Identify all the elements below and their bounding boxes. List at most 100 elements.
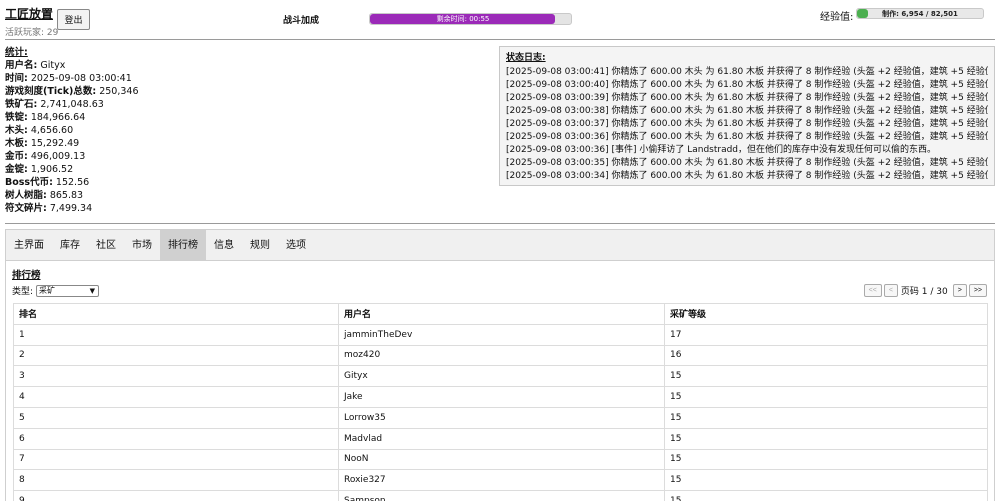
cell-mining-level: 17 [664,323,988,346]
stat-label: 金锭: [5,164,28,175]
last-page-button[interactable]: >> [968,284,987,297]
brand: 工匠放置 活跃玩家: 29 [5,5,58,38]
cell-rank: 5 [13,406,339,429]
column-header-username: 用户名 [338,303,665,325]
tab-4[interactable]: 排行榜 [160,230,206,260]
tab-1[interactable]: 库存 [52,230,88,260]
cell-rank: 7 [13,448,339,471]
stats-panel: 统计: 用户名: Gityx 时间: 2025-09-08 03:00:41 游戏刻… [5,46,139,215]
pagination: << < 页码 1 / 30 > >> [862,284,987,297]
cell-mining-level: 15 [664,490,988,501]
tab-2[interactable]: 社区 [88,230,124,260]
stat-row: 木头: 4,656.60 [5,124,139,137]
top-header: 工匠放置 活跃玩家: 29 登出 战斗加成 剩余时间: 00:55 经验值: 制… [0,0,1000,40]
stat-label: 时间: [5,73,28,84]
status-log-lines: [2025-09-08 03:00:41] 你精炼了 600.00 木头 为 6… [506,66,988,183]
cell-username: NooN [338,448,665,471]
tab-3[interactable]: 市场 [124,230,160,260]
leaderboard-title: 排行榜 [12,270,41,281]
stat-label: 木头: [5,125,28,136]
stat-value: 2025-09-08 03:00:41 [30,73,132,84]
stat-value: 496,009.13 [30,151,86,162]
status-log: 状态日志: [2025-09-08 03:00:41] 你精炼了 600.00 … [499,46,995,186]
table-row: 8 Roxie327 15 [13,469,988,492]
active-players-count: 活跃玩家: 29 [5,28,59,38]
tab-6[interactable]: 规则 [242,230,278,260]
stat-label: Boss代币: [5,177,53,188]
log-line: [2025-09-08 03:00:36] [事件] 小偷拜访了 Landstr… [506,145,937,155]
cell-rank: 3 [13,365,339,388]
cell-mining-level: 15 [664,427,988,450]
content-divider [5,223,995,224]
stat-row: 铁锭: 184,966.64 [5,111,139,124]
log-line: [2025-09-08 03:00:35] 你精炼了 600.00 木头 为 6… [506,158,988,168]
combat-timer-text: 剩余时间: 00:55 [436,15,490,23]
main-panel: 主界面 库存 社区 市场 排行榜 信息 规则 选项 排行榜 类型: 采矿 ▼ << < 页码 … [5,229,995,501]
stat-row: 木板: 15,292.49 [5,137,139,150]
cell-username: moz420 [338,344,665,367]
stat-row: Boss代币: 152.56 [5,176,139,189]
cell-mining-level: 15 [664,448,988,471]
stat-label: 铁锭: [5,112,28,123]
stat-label: 符文碎片: [5,203,47,214]
type-select[interactable]: 采矿 ▼ [36,284,100,297]
leaderboard-table: 排名 用户名 采矿等级 1 jamminTheDev 17 2 moz420 16 3 Git… [13,303,988,501]
xp-bar: 制作: 6,954 / 82,501 [856,8,984,19]
stat-value: 250,346 [99,86,139,97]
tab-0[interactable]: 主界面 [6,230,52,260]
stat-row: 树人树脂: 865.83 [5,189,139,202]
cell-mining-level: 15 [664,469,988,492]
type-label: 类型: [12,287,34,297]
stat-label: 游戏刻度(Tick)总数: [5,86,97,97]
stat-value: 184,966.64 [30,112,86,123]
stat-label: 木板: [5,138,28,149]
tab-bar: 主界面 库存 社区 市场 排行榜 信息 规则 选项 [6,230,994,261]
stat-row: 符文碎片: 7,499.34 [5,202,139,215]
cell-mining-level: 15 [664,406,988,429]
column-header-rank: 排名 [13,303,339,325]
chevron-down-icon: ▼ [89,286,96,295]
first-page-button[interactable]: << [863,284,882,297]
stat-label: 用户名: [5,60,38,71]
stat-label: 金币: [5,151,28,162]
stat-row: 游戏刻度(Tick)总数: 250,346 [5,85,139,98]
cell-rank: 1 [13,323,339,346]
game-title: 工匠放置 [5,7,54,21]
table-row: 2 moz420 16 [13,344,988,367]
cell-username: Gityx [338,365,665,388]
table-row: 3 Gityx 15 [13,365,988,388]
cell-rank: 8 [13,469,339,492]
leaderboard-type-row: 类型: 采矿 ▼ [12,284,100,297]
log-line: [2025-09-08 03:00:37] 你精炼了 600.00 木头 为 6… [506,119,988,129]
log-line: [2025-09-08 03:00:41] 你精炼了 600.00 木头 为 6… [506,67,988,77]
table-header-row: 排名 用户名 采矿等级 [13,303,988,325]
stat-value: Gityx [40,60,66,71]
combat-timer-bar: 剩余时间: 00:55 [369,13,572,25]
cell-username: Madvlad [338,427,665,450]
log-line: [2025-09-08 03:00:34] 你精炼了 600.00 木头 为 6… [506,171,988,181]
xp-bar-text: 制作: 6,954 / 82,501 [882,10,958,18]
tab-7[interactable]: 选项 [278,230,314,260]
log-line: [2025-09-08 03:00:40] 你精炼了 600.00 木头 为 6… [506,80,988,90]
header-divider [5,39,995,40]
log-line: [2025-09-08 03:00:38] 你精炼了 600.00 木头 为 6… [506,106,988,116]
combat-bonus-label: 战斗加成 [283,16,320,26]
prev-page-button[interactable]: < [883,284,898,297]
stat-row: 金锭: 1,906.52 [5,163,139,176]
stat-row: 金币: 496,009.13 [5,150,139,163]
stat-label: 树人树脂: [5,190,47,201]
next-page-button[interactable]: > [952,284,967,297]
stat-value: 2,741,048.63 [40,99,104,110]
type-select-value: 采矿 [39,285,56,295]
logout-button[interactable]: 登出 [57,9,90,30]
tab-5[interactable]: 信息 [206,230,242,260]
cell-username: Jake [338,386,665,408]
table-row: 5 Lorrow35 15 [13,406,988,429]
leaderboard-rows: 1 jamminTheDev 17 2 moz420 16 3 Gityx 15 4 Jake 15 5… [13,323,988,501]
table-row: 4 Jake 15 [13,386,988,408]
column-header-mining-level: 采矿等级 [664,303,988,325]
cell-mining-level: 15 [664,365,988,388]
cell-mining-level: 16 [664,344,988,367]
table-row: 9Sampson15 [13,490,988,501]
cell-username: jamminTheDev [338,323,665,346]
